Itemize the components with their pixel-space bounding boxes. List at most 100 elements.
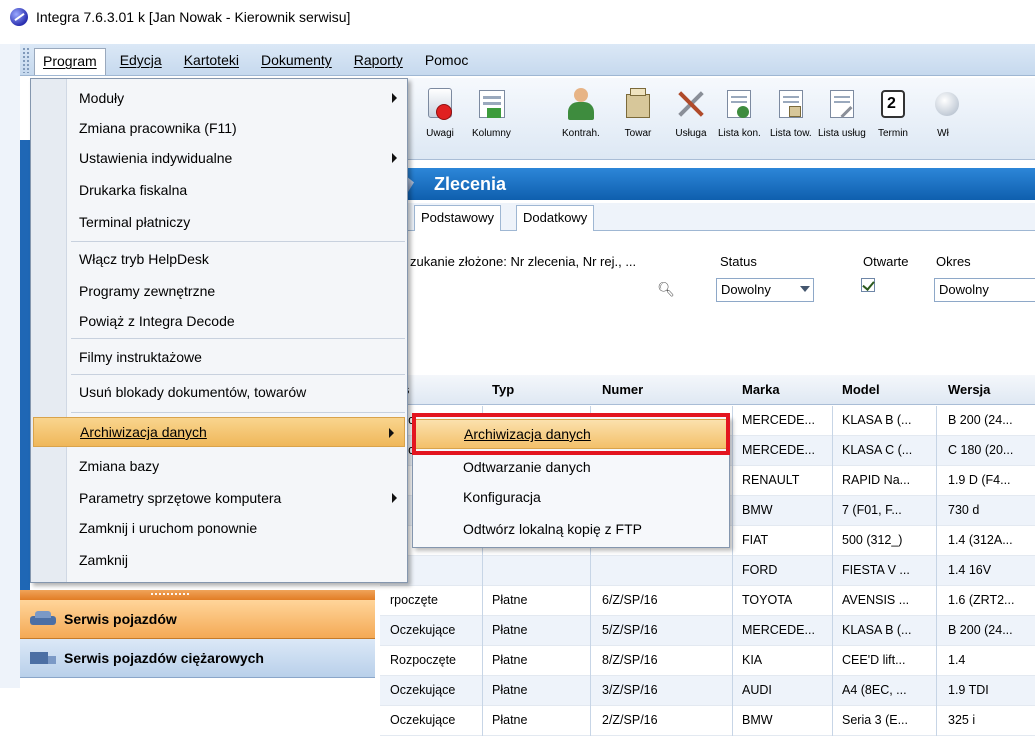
table-cell: Seria 3 (E... — [842, 713, 908, 727]
column-separator — [732, 706, 733, 736]
menu-item-ustawienia[interactable]: Ustawienia indywidualne — [31, 143, 407, 173]
menu-raporty[interactable]: Raporty — [346, 48, 411, 72]
period-value: Dowolny — [939, 282, 989, 297]
table-cell: BMW — [742, 503, 773, 517]
table-cell: KLASA B (... — [842, 413, 912, 427]
table-row[interactable]: FORD FIESTA V ... 1.4 16V — [380, 556, 1035, 586]
column-separator — [936, 586, 937, 616]
menu-item-archiwizacja[interactable]: Archiwizacja danych — [33, 417, 405, 447]
menu-item-zmiana-pracownika[interactable]: Zmiana pracownika (F11) — [31, 113, 407, 143]
table-cell: 1.9 D (F4... — [948, 473, 1011, 487]
table-cell: A4 (8EC, ... — [842, 683, 907, 697]
column-separator — [732, 406, 733, 436]
menu-kartoteki[interactable]: Kartoteki — [176, 48, 247, 72]
tab-dodatkowy[interactable]: Dodatkowy — [516, 205, 595, 231]
column-separator — [590, 706, 591, 736]
menu-program[interactable]: Program — [34, 48, 106, 75]
menu-item-filmy[interactable]: Filmy instruktażowe — [31, 342, 407, 372]
header-typ[interactable]: Typ — [492, 382, 514, 397]
header-marka[interactable]: Marka — [742, 382, 780, 397]
columns-icon — [473, 86, 509, 122]
submenu-item-ftp[interactable]: Odtwórz lokalną kopię z FTP — [413, 514, 729, 544]
grip-icon — [150, 592, 190, 596]
toolbar-lista-tow-button[interactable]: Lista tow. — [770, 86, 812, 139]
header-wersja[interactable]: Wersja — [948, 382, 990, 397]
submenu-item-odtwarzanie[interactable]: Odtwarzanie danych — [413, 452, 729, 482]
table-cell: BMW — [742, 713, 773, 727]
search-icon[interactable]: 🔍︎ — [657, 281, 675, 298]
menu-item-decode[interactable]: Powiąż z Integra Decode — [31, 306, 407, 336]
toolbar-lista-uslug-button[interactable]: Lista usług — [818, 86, 866, 139]
column-separator — [936, 616, 937, 646]
menu-pomoc[interactable]: Pomoc — [417, 48, 477, 72]
table-cell: RENAULT — [742, 473, 800, 487]
toolbar-towar-button[interactable]: Towar — [620, 86, 656, 139]
header-numer[interactable]: Numer — [602, 382, 643, 397]
table-cell: FORD — [742, 563, 778, 577]
table-cell: FIESTA V ... — [842, 563, 910, 577]
column-separator — [832, 616, 833, 646]
column-separator — [590, 556, 591, 586]
menu-item-helpdesk[interactable]: Włącz tryb HelpDesk — [31, 244, 407, 274]
table-row[interactable]: Oczekujące Płatne 5/Z/SP/16 MERCEDE... KLASA… — [380, 616, 1035, 646]
menu-separator — [71, 374, 405, 375]
program-menu: Moduły Zmiana pracownika (F11) Ustawieni… — [30, 78, 408, 583]
toolbar-kolumny-button[interactable]: Kolumny — [472, 86, 511, 139]
menu-item-drukarka[interactable]: Drukarka fiskalna — [31, 175, 407, 205]
table-row[interactable]: rpoczęte Płatne 6/Z/SP/16 TOYOTA AVENSIS ...… — [380, 586, 1035, 616]
menu-dokumenty[interactable]: Dokumenty — [253, 48, 340, 72]
menu-item-zamknij[interactable]: Zamknij — [31, 545, 407, 575]
table-cell: Płatne — [492, 593, 528, 607]
open-checkbox[interactable] — [861, 278, 875, 292]
column-separator — [732, 586, 733, 616]
nav-splitter[interactable] — [20, 590, 375, 600]
menu-item-terminal[interactable]: Terminal płatniczy — [31, 207, 407, 237]
menu-separator — [71, 241, 405, 242]
menubar-grip-icon[interactable] — [22, 46, 30, 73]
column-separator — [590, 676, 591, 706]
table-cell: 1.4 16V — [948, 563, 992, 577]
toolbar-uwagi-button[interactable]: Uwagi — [422, 86, 458, 139]
column-separator — [732, 496, 733, 526]
menu-item-zmiana-bazy[interactable]: Zmiana bazy — [31, 451, 407, 481]
menu-item-parametry[interactable]: Parametry sprzętowe komputera — [31, 483, 407, 513]
toolbar-kontrahent-button[interactable]: Kontrah. — [562, 86, 600, 139]
toolbar-usluga-button[interactable]: Usługa — [673, 86, 709, 139]
panel-title: Zlecenia — [434, 173, 507, 194]
column-separator — [936, 496, 937, 526]
column-separator — [832, 586, 833, 616]
table-cell: 2/Z/SP/16 — [602, 713, 658, 727]
nav-serwis-pojazdow[interactable]: Serwis pojazdów — [20, 600, 375, 639]
search-input[interactable]: 🔍︎ — [400, 278, 680, 302]
tab-podstawowy[interactable]: Podstawowy — [414, 205, 501, 231]
menu-edycja[interactable]: Edycja — [112, 48, 170, 72]
table-header: tus Typ Numer Marka Model Wersja — [380, 375, 1035, 405]
note-warning-icon — [422, 86, 458, 122]
table-cell: AUDI — [742, 683, 772, 697]
table-row[interactable]: Oczekujące Płatne 2/Z/SP/16 BMW Seria 3 (E..… — [380, 706, 1035, 736]
nav-label: Serwis pojazdów ciężarowych — [64, 650, 264, 666]
toolbar-partial-button[interactable]: Wł — [925, 86, 961, 139]
period-select[interactable]: Dowolny — [934, 278, 1035, 302]
table-cell: KLASA C (... — [842, 443, 913, 457]
header-model[interactable]: Model — [842, 382, 880, 397]
table-cell: Płatne — [492, 683, 528, 697]
table-row[interactable]: Rozpoczęte Płatne 8/Z/SP/16 KIA CEE'D lift..… — [380, 646, 1035, 676]
table-row[interactable]: Oczekujące Płatne 3/Z/SP/16 AUDI A4 (8EC, ..… — [380, 676, 1035, 706]
submenu-item-konfiguracja[interactable]: Konfiguracja — [413, 482, 729, 512]
column-separator — [482, 616, 483, 646]
column-separator — [482, 646, 483, 676]
menu-item-programy[interactable]: Programy zewnętrzne — [31, 276, 407, 306]
nav-serwis-ciezarowych[interactable]: Serwis pojazdów ciężarowych — [20, 639, 375, 678]
menu-item-zamknij-uruchom[interactable]: Zamknij i uruchom ponownie — [31, 513, 407, 543]
toolbar-lista-kon-button[interactable]: Lista kon. — [718, 86, 761, 139]
column-separator — [936, 526, 937, 556]
menu-item-moduly[interactable]: Moduły — [31, 83, 407, 113]
search-label: zukanie złożone: Nr zlecenia, Nr rej., .… — [410, 254, 637, 269]
toolbar-termin-button[interactable]: 2 Termin — [875, 86, 911, 139]
menu-separator — [71, 338, 405, 339]
status-select[interactable]: Dowolny — [716, 278, 814, 302]
column-separator — [732, 556, 733, 586]
column-separator — [732, 466, 733, 496]
menu-item-usun-blokady[interactable]: Usuń blokady dokumentów, towarów — [31, 377, 407, 407]
